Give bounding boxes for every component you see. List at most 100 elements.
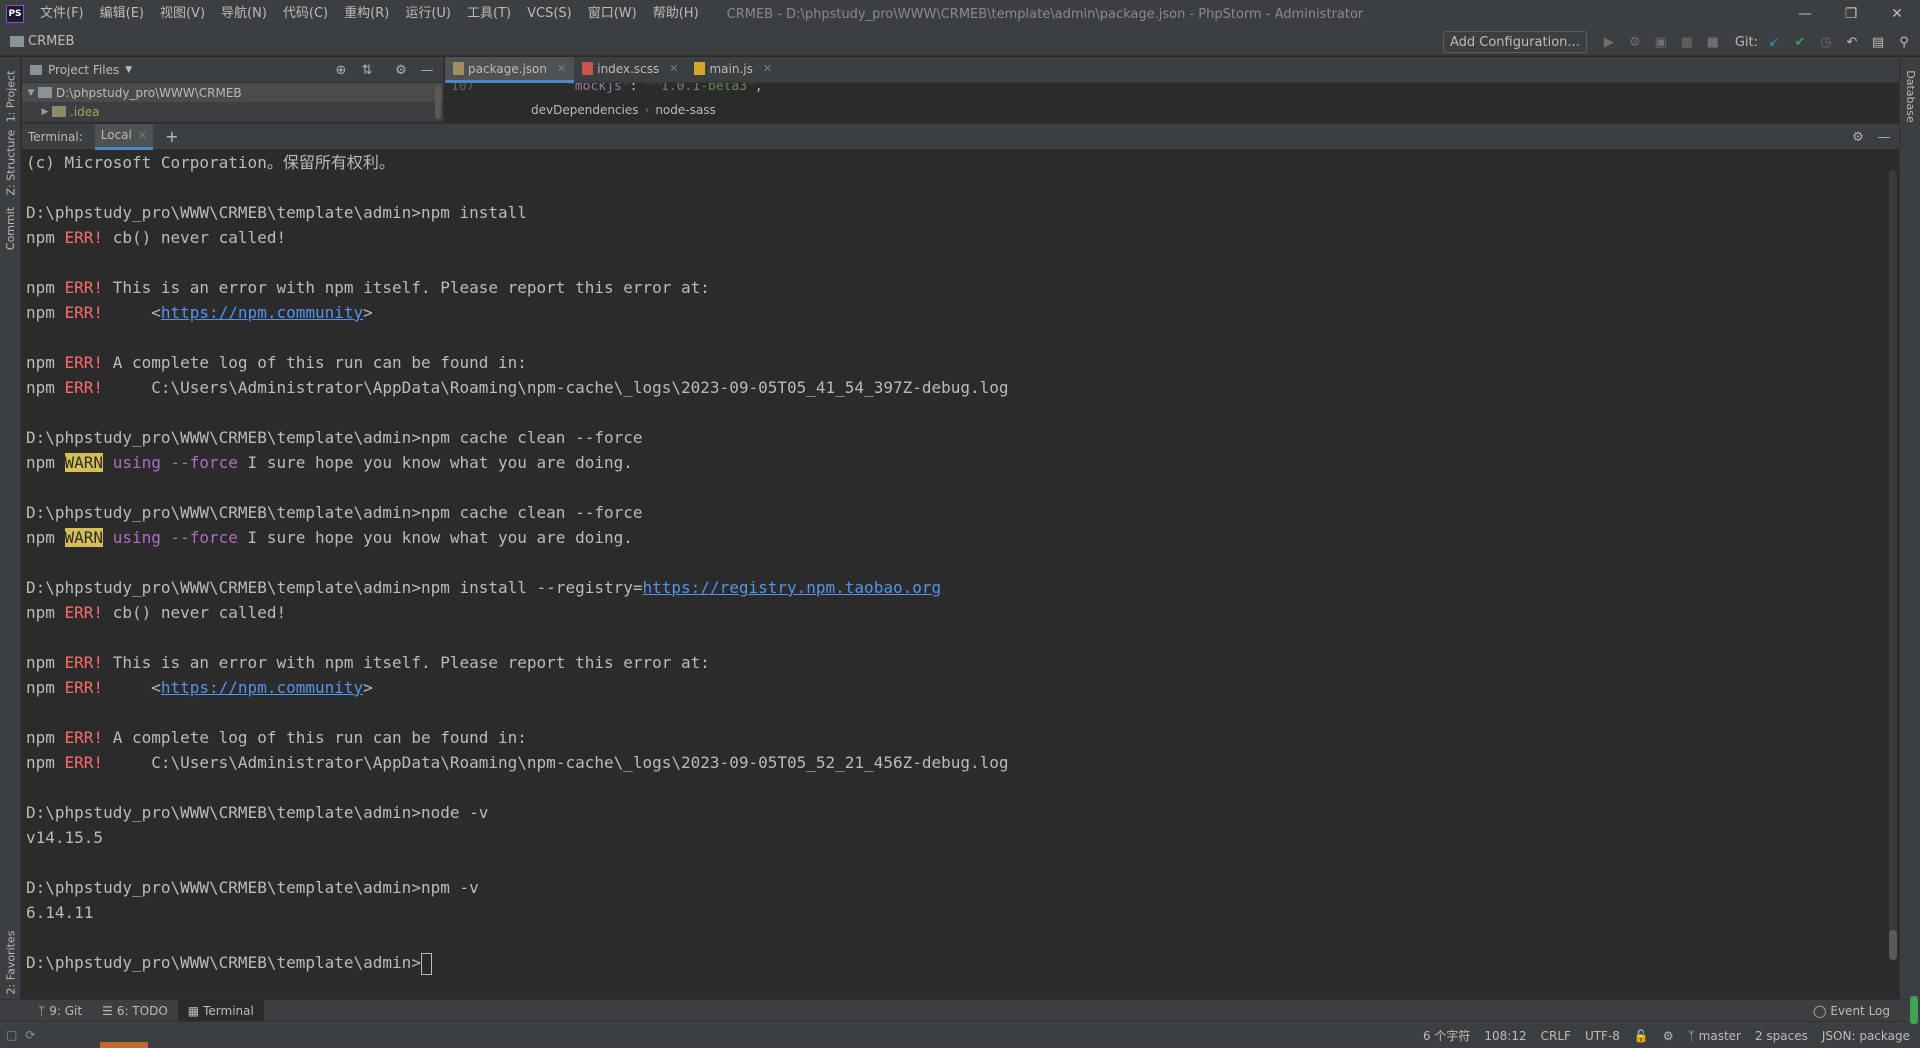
terminal-text: > [363, 303, 373, 322]
tree-item-label: .idea [70, 104, 100, 119]
breadcrumb-item[interactable]: devDependencies [531, 103, 639, 117]
tool-tab-favorites[interactable]: 2: Favorites [0, 927, 21, 997]
terminal-text: npm [26, 228, 65, 247]
indent-setting[interactable]: 2 spaces [1755, 1029, 1808, 1043]
tree-item-root[interactable]: ▼ D:\phpstudy_pro\WWW\CRMEB [22, 83, 443, 102]
tool-button-todo[interactable]: ☰ 6: TODO [92, 1000, 178, 1022]
tool-tab-commit[interactable]: Commit [0, 202, 21, 254]
git-rollback-icon[interactable]: ↶ [1840, 31, 1864, 53]
menu-code[interactable]: 代码(C) [275, 0, 336, 28]
menu-vcs[interactable]: VCS(S) [519, 0, 580, 28]
nav-project-name[interactable]: CRMEB [28, 34, 74, 49]
tool-button-terminal[interactable]: ▦ Terminal [177, 999, 264, 1022]
scrollbar-thumb[interactable] [1889, 930, 1897, 960]
memory-indicator[interactable] [1908, 966, 1920, 1026]
menu-edit[interactable]: 编辑(E) [92, 0, 152, 28]
coverage-icon[interactable]: ▣ [1649, 31, 1673, 53]
terminal-link[interactable]: https://npm.community [161, 678, 363, 697]
inspection-icon[interactable]: ⚙ [1663, 1029, 1674, 1043]
git-commit-icon[interactable]: ✔ [1788, 31, 1812, 53]
project-view-selector[interactable]: Project Files [48, 63, 119, 77]
terminal-text: npm [26, 278, 65, 297]
menu-refactor[interactable]: 重构(R) [336, 0, 397, 28]
tool-tab-database[interactable]: Database [1900, 61, 1920, 131]
editor-tab-main-js[interactable]: main.js ✕ [686, 57, 780, 83]
terminal-link[interactable]: https://npm.community [161, 303, 363, 322]
search-icon[interactable]: ⚲ [1892, 31, 1916, 53]
run-icon[interactable]: ▶ [1597, 31, 1621, 53]
expanded-arrow-icon[interactable]: ▼ [24, 88, 38, 98]
add-configuration-button[interactable]: Add Configuration... [1442, 31, 1587, 53]
git-branch-widget[interactable]: ᛉ master [1688, 1029, 1741, 1043]
terminal-link[interactable]: https://registry.npm.taobao.org [643, 578, 942, 597]
terminal-lines: (c) Microsoft Corporation。保留所有权利。 D:\phps… [26, 150, 1899, 975]
bottom-tool-bar: ᛉ 9: Git ☰ 6: TODO ▦ Terminal ◯ Event Lo… [0, 999, 1920, 1022]
right-tool-strip: Database [1899, 57, 1920, 999]
gear-icon[interactable]: ⚙ [1847, 127, 1869, 147]
menu-window[interactable]: 窗口(W) [580, 0, 645, 28]
profile-icon[interactable]: ▦ [1675, 31, 1699, 53]
terminal-text: cb() never called! [103, 228, 287, 247]
lock-icon[interactable]: 🔓 [1634, 1029, 1649, 1043]
terminal-scrollbar[interactable] [1889, 170, 1897, 960]
editor-tab-index-scss[interactable]: index.scss ✕ [574, 57, 686, 83]
json-schema[interactable]: JSON: package [1822, 1029, 1910, 1043]
tree-item-idea[interactable]: ▶ .idea [22, 102, 443, 121]
close-tab-icon[interactable]: ✕ [138, 129, 147, 142]
hide-icon[interactable]: — [1873, 127, 1895, 147]
git-history-icon[interactable]: ◷ [1814, 31, 1838, 53]
menu-help[interactable]: 帮助(H) [645, 0, 707, 28]
project-scrollbar[interactable] [435, 85, 441, 119]
terminal-output[interactable]: (c) Microsoft Corporation。保留所有权利。 D:\phps… [22, 150, 1899, 998]
layout-icon[interactable]: □ [6, 1028, 17, 1042]
stop-icon[interactable]: ■ [1701, 31, 1725, 53]
collapsed-arrow-icon[interactable]: ▶ [38, 107, 52, 117]
collapse-all-icon[interactable]: ⇅ [357, 61, 377, 79]
sync-icon[interactable]: ⟳ [25, 1028, 35, 1042]
menu-run[interactable]: 运行(U) [397, 0, 459, 28]
hide-icon[interactable]: — [417, 61, 437, 79]
minimize-icon[interactable]: — [1782, 0, 1828, 28]
menu-navigate[interactable]: 导航(N) [213, 0, 275, 28]
tool-tab-structure[interactable]: Z: Structure [0, 129, 21, 195]
json-key: "mockjs" [567, 83, 630, 94]
line-separator[interactable]: CRLF [1541, 1029, 1571, 1043]
file-encoding[interactable]: UTF-8 [1585, 1029, 1620, 1043]
terminal-tab-local[interactable]: Local ✕ [94, 123, 154, 150]
menu-tools[interactable]: 工具(T) [459, 0, 519, 28]
terminal-tools: ⚙ — [1847, 127, 1895, 147]
close-tab-icon[interactable]: ✕ [763, 62, 772, 75]
event-log-button[interactable]: ◯ Event Log [1813, 1000, 1890, 1022]
terminal-line: D:\phpstudy_pro\WWW\CRMEB\template\admin… [26, 200, 1899, 225]
debug-icon[interactable]: ⚙ [1623, 31, 1647, 53]
tool-button-git[interactable]: ᛉ 9: Git [28, 1000, 92, 1022]
terminal-line: npm ERR! This is an error with npm itsel… [26, 650, 1899, 675]
code-line[interactable]: 107 "mockjs": "^1.0.1-beta3", [445, 83, 1899, 96]
presentation-icon[interactable]: ▤ [1866, 31, 1890, 53]
menu-file[interactable]: 文件(F) [32, 0, 92, 28]
terminal-text: D:\phpstudy_pro\WWW\CRMEB\template\admin… [26, 803, 489, 822]
git-label: Git: [1734, 34, 1758, 50]
close-tab-icon[interactable]: ✕ [557, 62, 566, 75]
new-terminal-button[interactable]: + [165, 127, 178, 146]
breadcrumb-item[interactable]: node-sass [655, 103, 715, 117]
locate-icon[interactable]: ⊕ [331, 61, 351, 79]
code-text: "mockjs": "^1.0.1-beta3", [567, 83, 763, 94]
terminal-header: Terminal: Local ✕ + ⚙ — [22, 123, 1899, 150]
chevron-down-icon[interactable]: ▼ [125, 65, 132, 75]
close-tab-icon[interactable]: ✕ [669, 62, 678, 75]
editor-tab-package-json[interactable]: package.json ✕ [445, 57, 575, 83]
left-tool-strip: 1: Project Z: Structure Commit 2: Favori… [0, 57, 21, 999]
gear-icon[interactable]: ⚙ [391, 61, 411, 79]
tool-tab-project[interactable]: 1: Project [0, 61, 21, 131]
terminal-line: D:\phpstudy_pro\WWW\CRMEB\template\admin… [26, 575, 1899, 600]
caret-position[interactable]: 108:12 [1484, 1029, 1526, 1043]
tool-tab-commit-label: Commit [4, 206, 17, 250]
git-update-icon[interactable]: ↙ [1762, 31, 1786, 53]
menu-view[interactable]: 视图(V) [152, 0, 213, 28]
tool-button-label: 6: TODO [116, 1003, 168, 1018]
close-icon[interactable]: ✕ [1874, 0, 1920, 28]
restore-icon[interactable]: ❐ [1828, 0, 1874, 28]
